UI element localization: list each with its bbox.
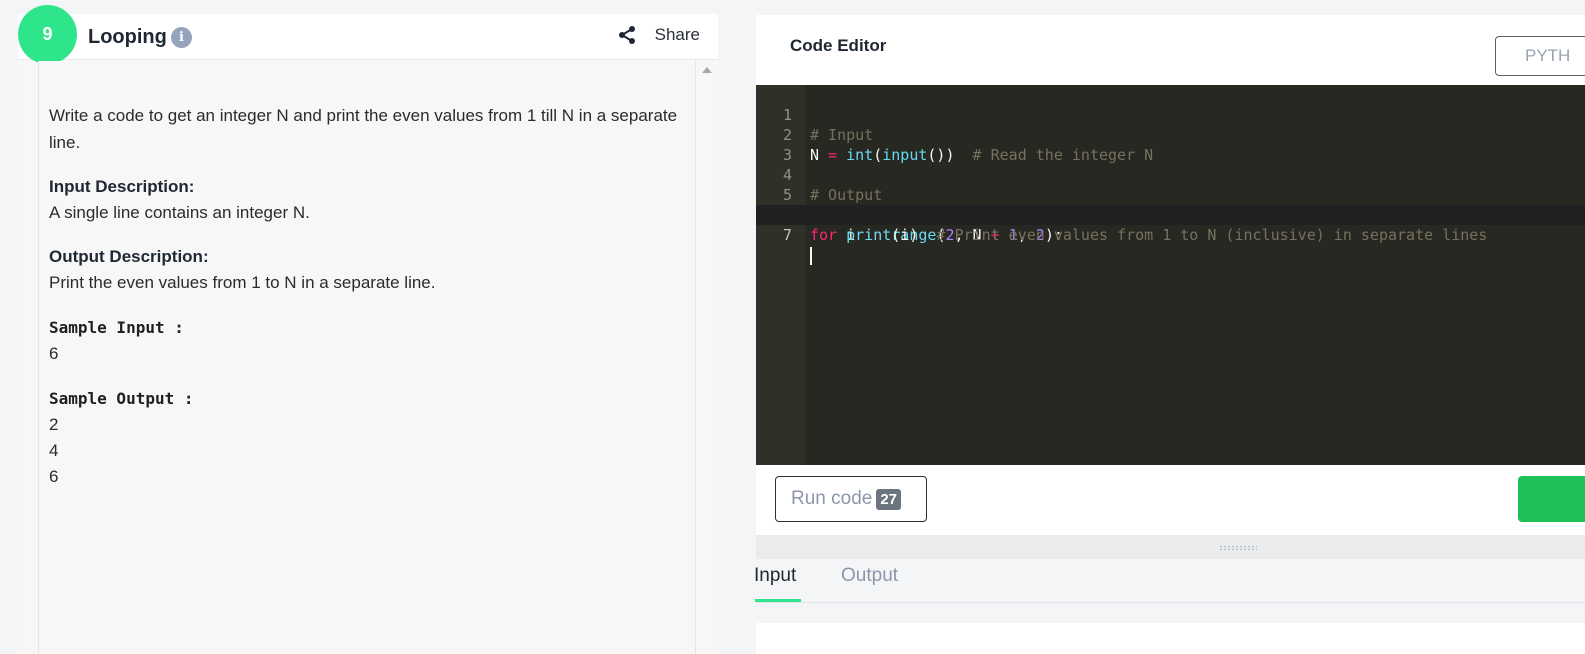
output-description: Output Description: Print the even value… [49, 244, 679, 296]
run-count-badge: 27 [876, 488, 902, 510]
input-textbox[interactable] [756, 623, 1585, 654]
io-tabs: Input Output [754, 559, 1585, 603]
line-number: 7 [782, 226, 792, 244]
drag-handle-icon[interactable] [1219, 545, 1257, 550]
submit-button[interactable] [1518, 476, 1585, 522]
code-line: 6 print(i) # Print even values from 1 to… [756, 185, 1585, 244]
code-line: 4 # Output [756, 145, 1585, 204]
run-code-label: Run code [791, 488, 873, 509]
sample-output-heading: Sample Output : [49, 389, 194, 408]
input-description-heading: Input Description: [49, 177, 195, 196]
sample-input-line: 6 [49, 344, 59, 363]
run-bar: Run code 27 [756, 465, 1585, 535]
scroll-up-arrow-icon[interactable] [702, 67, 712, 73]
problem-description: Write a code to get an integer N and pri… [49, 102, 679, 508]
language-select[interactable]: PYTH [1495, 36, 1585, 76]
code-token: # Print even values from 1 to N (inclusi… [918, 226, 1488, 244]
code-token: print [846, 226, 892, 244]
editor-panel: Code Editor PYTH 1 # Input 2 N = int(inp… [754, 15, 1585, 654]
problem-statement: Write a code to get an integer N and pri… [49, 106, 678, 152]
text-cursor [810, 246, 812, 265]
output-description-heading: Output Description: [49, 247, 209, 266]
active-tab-indicator [755, 599, 801, 602]
code-line: 2 N = int(input()) # Read the integer N [756, 105, 1585, 164]
sample-output: Sample Output : 2 4 6 [49, 385, 679, 490]
share-button[interactable]: Share [617, 25, 700, 45]
sample-input: Sample Input : 6 [49, 314, 679, 367]
run-code-button[interactable]: Run code 27 [775, 476, 927, 522]
code-line: 3 [756, 125, 1585, 164]
problem-header: Looping i Share [18, 14, 718, 60]
sample-output-line: 6 [49, 467, 59, 486]
editor-title: Code Editor [790, 36, 887, 55]
info-icon[interactable]: i [171, 27, 192, 48]
code-editor[interactable]: 1 # Input 2 N = int(input()) # Read the … [756, 85, 1585, 465]
tab-output[interactable]: Output [841, 565, 898, 587]
input-description-text: A single line contains an integer N. [49, 203, 310, 222]
share-label: Share [654, 25, 700, 44]
share-icon [618, 26, 635, 44]
input-description: Input Description: A single line contain… [49, 174, 679, 226]
problem-panel: Looping i Share 9 Write a code to get an… [18, 5, 718, 654]
sample-output-line: 4 [49, 441, 59, 460]
resize-splitter[interactable] [756, 535, 1585, 559]
code-line: 1 # Input [756, 85, 1585, 144]
sample-input-heading: Sample Input : [49, 318, 184, 337]
code-line-active: 7 [756, 205, 1585, 265]
problem-body[interactable]: Write a code to get an integer N and pri… [38, 61, 712, 654]
code-token: (i) [891, 226, 919, 244]
sample-output-line: 2 [49, 415, 59, 434]
tab-input[interactable]: Input [754, 565, 796, 587]
code-line: 5 ▼ for i in range(2, N + 1, 2): [756, 165, 1585, 244]
output-description-text: Print the even values from 1 to N in a s… [49, 273, 436, 292]
problem-title: Looping [88, 26, 167, 48]
editor-header: Code Editor PYTH [756, 15, 1585, 85]
question-number-badge: 9 [18, 5, 77, 64]
